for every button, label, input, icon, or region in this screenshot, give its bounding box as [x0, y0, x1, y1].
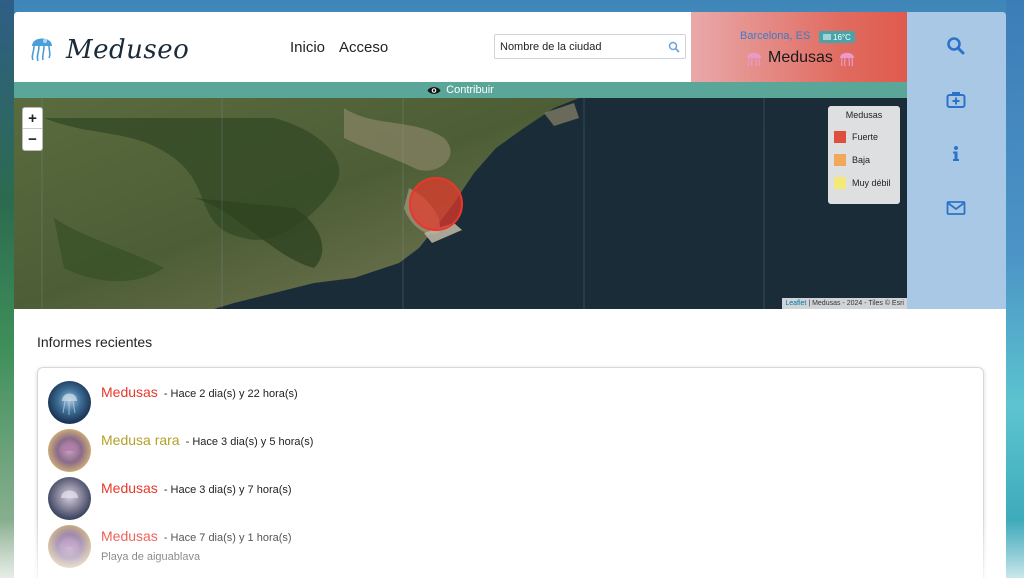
app-frame: Meduseo Inicio Acceso Barcelona, ES: [14, 12, 1006, 578]
legend-swatch: [834, 177, 846, 189]
jellyfish-map[interactable]: + − Medusas Fuerte Baja Muy débil Leafle…: [14, 98, 907, 309]
report-photo[interactable]: [48, 381, 91, 424]
report-type[interactable]: Medusa rara: [101, 432, 180, 448]
legend-swatch: [834, 131, 846, 143]
map-legend: Medusas Fuerte Baja Muy débil: [828, 106, 900, 204]
wind-icon: [823, 34, 831, 40]
legend-item-baja: Baja: [834, 154, 870, 166]
city-search-input[interactable]: [500, 40, 660, 53]
jellyfish-icon: [747, 52, 761, 67]
reports-heading: Informes recientes: [37, 334, 153, 350]
zoom-out-button[interactable]: −: [23, 129, 42, 150]
jellyfish-marker: [409, 177, 463, 231]
weather-status-label: Medusas: [768, 49, 833, 66]
logo[interactable]: Meduseo: [28, 32, 189, 67]
envelope-icon[interactable]: [946, 198, 966, 218]
report-type[interactable]: Medusas: [101, 528, 158, 544]
reports-list: Medusas - Hace 2 dia(s) y 22 hora(s) Medu…: [37, 367, 984, 578]
background-sea-right: [1006, 0, 1024, 578]
report-photo[interactable]: [48, 429, 91, 472]
contribute-label: Contribuir: [446, 84, 494, 96]
report-photo[interactable]: [48, 477, 91, 520]
list-item[interactable]: Medusas - Hace 7 dia(s) y 1 hora(s) Playa…: [48, 525, 948, 569]
legend-label: Baja: [852, 155, 871, 165]
report-line: Medusa rara - Hace 3 dia(s) y 5 hora(s): [101, 432, 313, 448]
temperature-value: 16°C: [833, 32, 851, 42]
report-type[interactable]: Medusas: [101, 384, 158, 400]
background-palm-left: [0, 0, 14, 578]
header: Meduseo Inicio Acceso Barcelona, ES: [14, 12, 907, 82]
legend-title: Medusas: [845, 110, 883, 120]
city-search: [494, 34, 686, 59]
search-icon[interactable]: [946, 36, 966, 56]
report-type[interactable]: Medusas: [101, 480, 158, 496]
satellite-map-tiles: [14, 98, 907, 309]
report-line: Medusas - Hace 3 dia(s) y 7 hora(s): [101, 480, 292, 496]
legend-item-fuerte: Fuerte: [834, 131, 878, 143]
search-icon[interactable]: [668, 40, 680, 58]
logo-text: Meduseo: [66, 34, 190, 65]
report-line: Medusas - Hace 2 dia(s) y 22 hora(s): [101, 384, 298, 400]
temperature-badge: 16°C: [819, 31, 855, 43]
list-item[interactable]: Medusas - Hace 2 dia(s) y 22 hora(s): [48, 381, 948, 425]
report-time: - Hace 3 dia(s) y 5 hora(s): [185, 436, 314, 448]
legend-label: Fuerte: [852, 132, 879, 142]
report-time: - Hace 3 dia(s) y 7 hora(s): [163, 484, 292, 496]
main-nav: Inicio Acceso: [290, 39, 388, 56]
eye-icon: [427, 86, 441, 94]
info-icon[interactable]: [946, 144, 966, 164]
list-item[interactable]: Medusa rara - Hace 3 dia(s) y 5 hora(s): [48, 429, 948, 473]
contribute-bar[interactable]: Contribuir: [14, 82, 907, 98]
legend-swatch: [834, 154, 846, 166]
list-item[interactable]: Medusas - Hace 3 dia(s) y 7 hora(s): [48, 477, 948, 521]
legend-item-muy-debil: Muy débil: [834, 177, 891, 189]
report-photo[interactable]: [48, 525, 91, 568]
weather-panel: Barcelona, ES 16°C Medusas: [691, 12, 907, 82]
jellyfish-icon: [839, 52, 854, 67]
leaflet-link[interactable]: Leaflet: [785, 300, 806, 307]
jellyfish-logo-icon: [28, 32, 60, 67]
nav-inicio-link[interactable]: Inicio: [290, 39, 325, 56]
zoom-in-button[interactable]: +: [23, 108, 42, 129]
report-time: - Hace 7 dia(s) y 1 hora(s): [163, 532, 292, 544]
report-time: - Hace 2 dia(s) y 22 hora(s): [163, 388, 298, 400]
nav-acceso-link[interactable]: Acceso: [339, 39, 388, 56]
zoom-control: + −: [22, 107, 43, 151]
report-line: Medusas - Hace 7 dia(s) y 1 hora(s): [101, 528, 292, 544]
right-sidebar: [907, 12, 1006, 309]
first-aid-kit-icon[interactable]: [946, 90, 966, 110]
map-attribution: Leaflet | Medusas - 2024 - Tiles © Esri: [782, 298, 907, 309]
weather-city: Barcelona, ES: [740, 30, 811, 42]
weather-status: Medusas: [745, 49, 856, 67]
report-note: Playa de aiguablava: [101, 551, 201, 563]
attribution-text: | Medusas - 2024 - Tiles © Esri: [808, 300, 904, 307]
legend-label: Muy débil: [852, 178, 891, 188]
